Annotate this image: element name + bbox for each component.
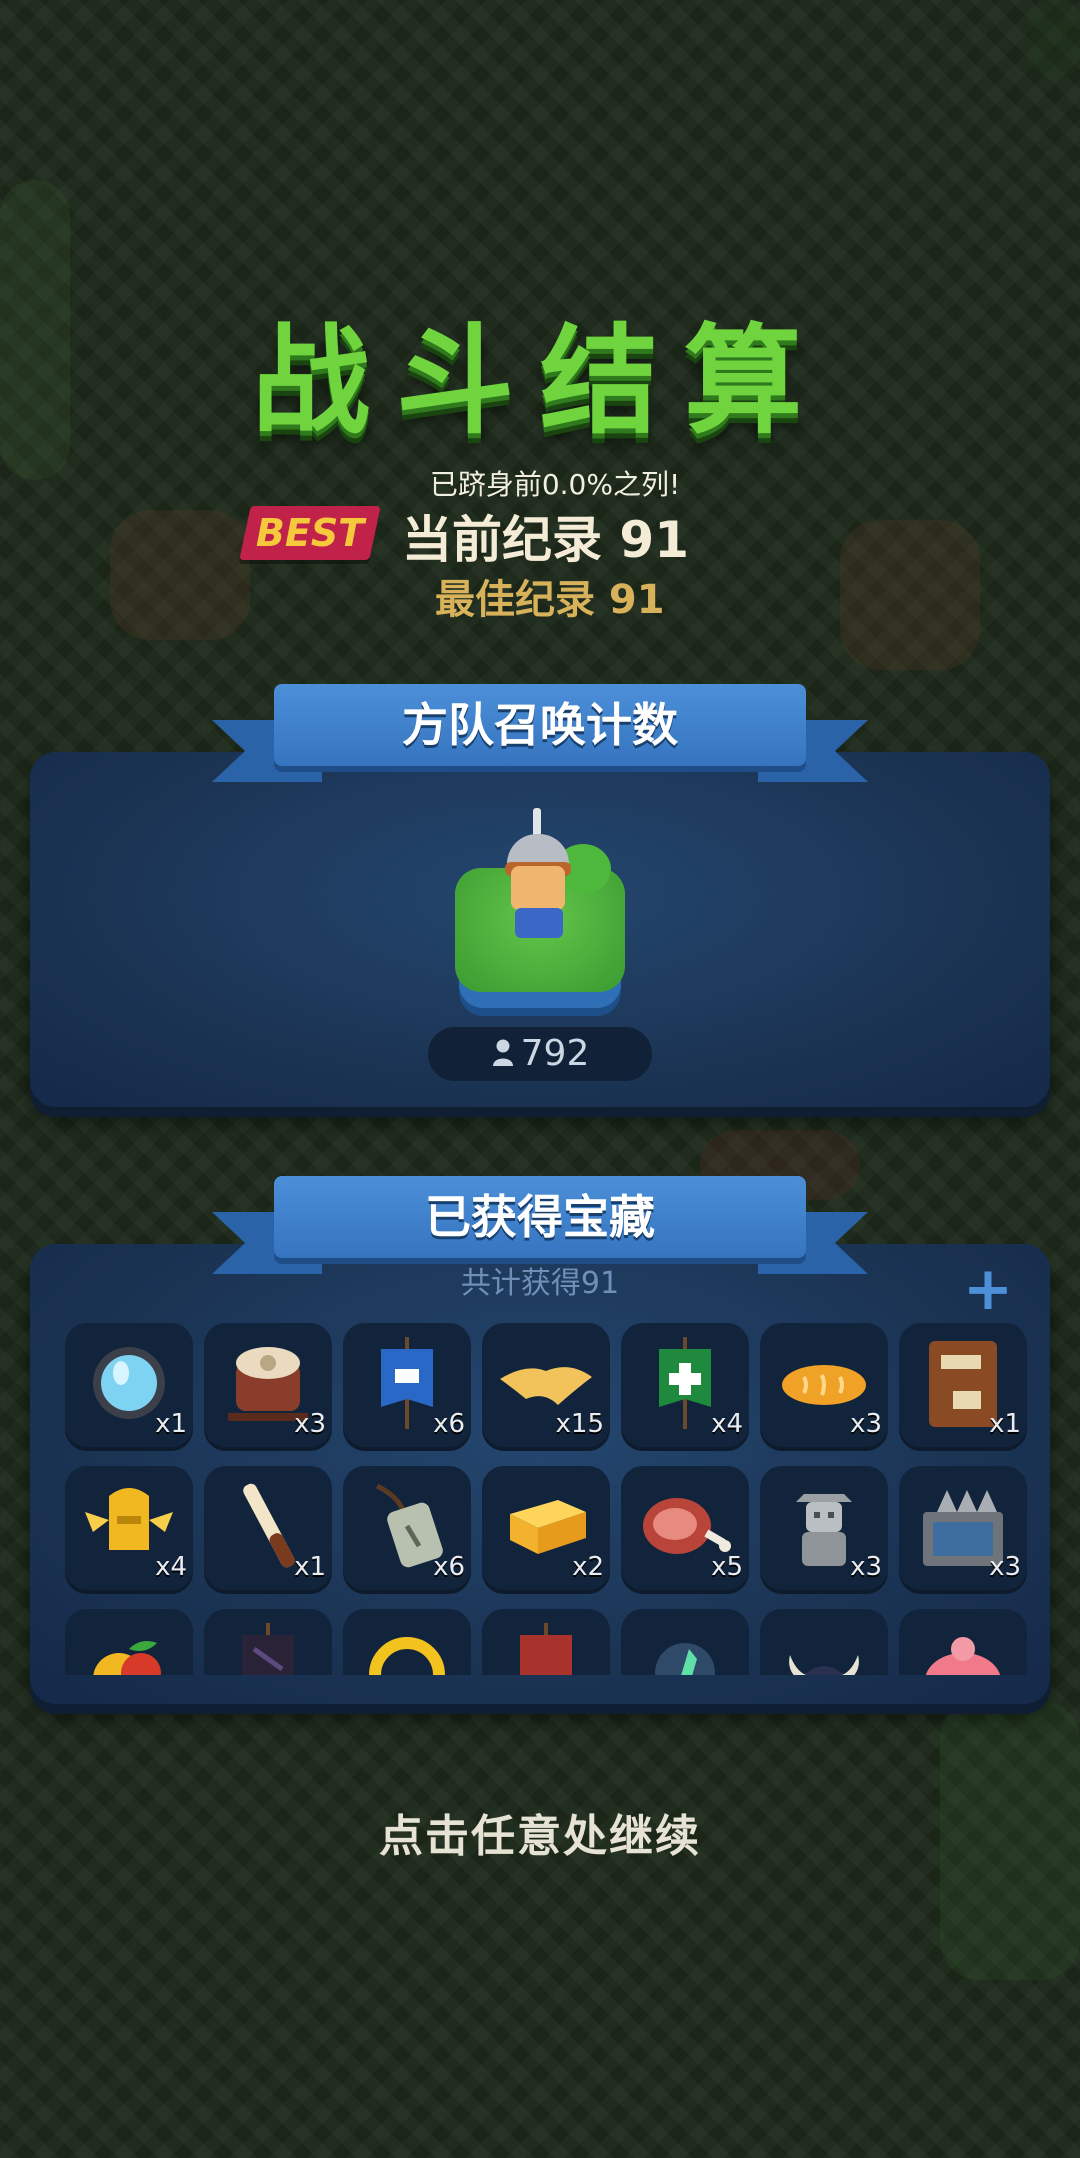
best-record: 最佳纪录 91 [435, 577, 665, 623]
treasure-slot[interactable]: x3 [204, 1323, 332, 1451]
treasure-slot[interactable]: x6 [343, 1323, 471, 1451]
treasure-slot[interactable] [899, 1609, 1027, 1675]
treasure-slot[interactable]: x2 [482, 1466, 610, 1594]
piggy-icon [925, 1637, 1001, 1675]
plus-icon[interactable]: + [962, 1259, 1014, 1319]
treasure-slot[interactable]: x4 [65, 1466, 193, 1594]
treasure-slot[interactable] [65, 1609, 193, 1675]
treasure-slot[interactable] [760, 1609, 888, 1675]
treasure-slot[interactable]: x1 [204, 1466, 332, 1594]
treasure-slot[interactable] [343, 1609, 471, 1675]
red-banner-icon [520, 1623, 572, 1675]
squad-summon-ribbon: 方队召唤计数 [212, 684, 868, 794]
summon-count-badge: 792 [428, 1027, 652, 1081]
best-badge-label: BEST [255, 511, 365, 555]
item-quantity: x6 [433, 1409, 465, 1439]
current-record: 当前纪录 91 [402, 511, 689, 569]
treasure-slot[interactable] [621, 1609, 749, 1675]
item-quantity: x4 [155, 1552, 187, 1582]
person-icon [492, 1039, 513, 1066]
treasure-slot[interactable]: x15 [482, 1323, 610, 1451]
gold-ring-icon [369, 1637, 445, 1675]
green-crystal-icon [655, 1643, 715, 1675]
treasure-slot[interactable]: x1 [65, 1323, 193, 1451]
item-quantity: x5 [711, 1552, 743, 1582]
treasure-grid[interactable]: x1 x3 x6 x15 x4 x3 x1 x4 x1 x6 x2 x5 x3 … [60, 1320, 1030, 1675]
treasure-slot[interactable]: x4 [621, 1323, 749, 1451]
best-badge: BEST [239, 506, 381, 560]
item-quantity: x3 [850, 1409, 882, 1439]
background-shape [840, 520, 980, 670]
item-quantity: x1 [294, 1552, 326, 1582]
treasure-title: 已获得宝藏 [274, 1176, 806, 1258]
fruit-icon [93, 1641, 161, 1675]
item-quantity: x6 [433, 1552, 465, 1582]
item-quantity: x3 [294, 1409, 326, 1439]
background-shape [1030, 0, 1080, 80]
treasure-slot[interactable]: x5 [621, 1466, 749, 1594]
treasure-slot[interactable]: x1 [899, 1323, 1027, 1451]
treasure-slot[interactable] [204, 1609, 332, 1675]
dark-banner-icon [242, 1623, 294, 1675]
tap-to-continue-hint[interactable]: 点击任意处继续 [0, 1800, 1080, 1864]
treasure-total: 共计获得91 [460, 1266, 620, 1301]
treasure-slot[interactable] [482, 1609, 610, 1675]
background-shape [110, 510, 250, 640]
item-quantity: x15 [555, 1409, 604, 1439]
item-quantity: x1 [155, 1409, 187, 1439]
treasure-slot[interactable]: x3 [760, 1466, 888, 1594]
squad-summon-title: 方队召唤计数 [274, 684, 806, 766]
rank-percentile-note: 已跻身前0.0%之列! [429, 468, 681, 501]
item-quantity: x2 [572, 1552, 604, 1582]
item-quantity: x4 [711, 1409, 743, 1439]
summon-count: 792 [520, 1033, 590, 1074]
spearman-icon [455, 808, 625, 1010]
treasure-slot[interactable]: x3 [760, 1323, 888, 1451]
item-quantity: x3 [850, 1552, 882, 1582]
horned-helmet-icon [789, 1655, 859, 1675]
battle-result-title: 战斗结算 [251, 312, 828, 450]
item-quantity: x3 [989, 1552, 1021, 1582]
treasure-slot[interactable]: x6 [343, 1466, 471, 1594]
treasure-slot[interactable]: x3 [899, 1466, 1027, 1594]
item-quantity: x1 [989, 1409, 1021, 1439]
